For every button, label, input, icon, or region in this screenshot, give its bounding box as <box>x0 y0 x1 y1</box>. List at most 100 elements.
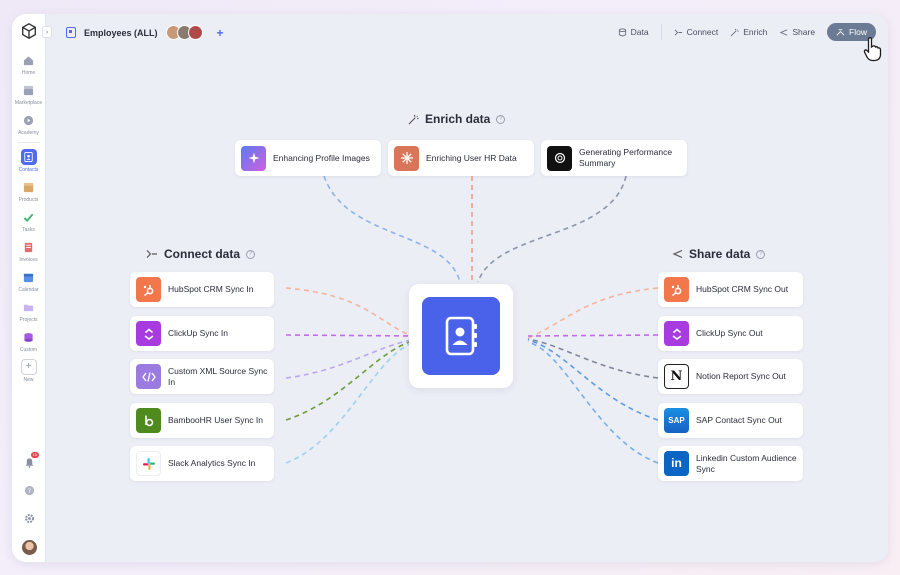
sidebar-item-projects[interactable]: Projects <box>14 299 44 323</box>
box-icon <box>21 179 37 195</box>
connect-card-clickup[interactable]: ClickUp Sync In <box>130 316 274 351</box>
share-title: Share data <box>689 247 751 261</box>
share-label: Share <box>792 27 816 37</box>
card-label: Slack Analytics Sync In <box>168 458 256 468</box>
connect-icon <box>146 250 157 258</box>
share-button[interactable]: Share <box>779 27 815 37</box>
share-card-linkedin[interactable]: in Linkedin Custom Audience Sync <box>658 446 803 481</box>
connector-connect-4 <box>285 339 417 421</box>
play-icon <box>21 112 37 128</box>
flow-canvas: Enrich data ? Enhancing Profile Images E… <box>46 50 888 562</box>
card-label: Enhancing Profile Images <box>273 152 370 163</box>
sidebar-divider <box>17 142 40 143</box>
sidebar-item-custom[interactable]: Custom <box>14 329 44 353</box>
app-window: Home Marketplace Academy Contacts Produc… <box>12 14 888 562</box>
sidebar-item-label: Projects <box>19 317 38 323</box>
openai-icon <box>547 145 572 171</box>
add-collaborator-button[interactable]: + <box>217 26 224 40</box>
enrich-card-performance-summary[interactable]: Generating Performance Summary <box>541 140 687 176</box>
card-label: Custom XML Source Sync In <box>168 365 268 387</box>
table-name[interactable]: Employees (ALL) <box>84 28 158 38</box>
notion-icon: N <box>664 364 689 389</box>
connector-enrich-3 <box>477 175 627 283</box>
connect-card-bamboohr[interactable]: BambooHR User Sync In <box>130 403 274 438</box>
divider <box>660 24 662 40</box>
home-icon <box>21 52 37 68</box>
sidebar-item-label: Calendar <box>18 287 39 293</box>
hubspot-icon <box>664 277 689 302</box>
clickup-icon <box>664 321 689 346</box>
user-avatar[interactable] <box>20 539 38 556</box>
app-logo-icon[interactable] <box>20 22 38 40</box>
enrich-button[interactable]: Enrich <box>730 27 767 37</box>
help-circle-icon: ? <box>24 485 34 496</box>
svg-text:?: ? <box>27 487 30 495</box>
settings-button[interactable] <box>24 511 35 529</box>
enrich-card-hr-data[interactable]: Enriching User HR Data <box>388 140 534 176</box>
sidebar-item-home[interactable]: Home <box>14 52 44 76</box>
top-actions: Data Connect Enrich Share Flow <box>618 23 876 41</box>
connect-card-slack[interactable]: Slack Analytics Sync In <box>130 446 274 481</box>
share-icon <box>780 28 788 36</box>
card-label: ClickUp Sync Out <box>696 328 763 338</box>
card-label: Notion Report Sync Out <box>696 371 786 381</box>
card-label: HubSpot CRM Sync Out <box>696 284 789 294</box>
check-icon <box>21 209 37 225</box>
store-icon <box>21 82 37 98</box>
magic-wand-icon <box>408 114 419 124</box>
sidebar-item-new[interactable]: + New <box>14 359 44 383</box>
sidebar-item-label: Custom <box>19 347 38 353</box>
sidebar-item-label: Academy <box>18 130 39 136</box>
connector-share-2 <box>527 334 659 337</box>
flow-icon <box>836 28 845 36</box>
connector-connect-3 <box>285 338 417 379</box>
data-button[interactable]: Data <box>618 27 649 37</box>
help-icon[interactable]: ? <box>756 249 766 259</box>
help-button[interactable]: ? <box>24 483 35 501</box>
connect-button[interactable]: Connect <box>674 27 718 37</box>
connect-icon <box>674 28 682 36</box>
sidebar-item-calendar[interactable]: Calendar <box>14 269 44 293</box>
collaborator-avatars[interactable] <box>165 25 203 40</box>
database-icon <box>618 27 626 36</box>
sidebar-item-marketplace[interactable]: Marketplace <box>14 82 44 106</box>
connect-card-hubspot[interactable]: HubSpot CRM Sync In <box>130 272 274 307</box>
clickup-icon <box>136 321 161 346</box>
share-card-hubspot[interactable]: HubSpot CRM Sync Out <box>658 272 803 307</box>
sidebar-item-invoices[interactable]: Invoices <box>14 239 44 263</box>
share-card-clickup[interactable]: ClickUp Sync Out <box>658 316 803 351</box>
share-card-sap[interactable]: SAP SAP Contact Sync Out <box>658 403 803 438</box>
share-card-notion[interactable]: N Notion Report Sync Out <box>658 359 803 394</box>
enrich-card-profile-images[interactable]: Enhancing Profile Images <box>235 140 381 176</box>
bell-icon <box>25 458 33 468</box>
sidebar-item-label: Products <box>18 197 39 203</box>
notifications-button[interactable]: 10 <box>24 452 39 473</box>
enrich-label: Enrich <box>743 27 768 37</box>
code-icon <box>136 364 161 389</box>
sidebar-item-tasks[interactable]: Tasks <box>14 209 44 233</box>
card-label: BambooHR User Sync In <box>168 415 263 425</box>
calendar-icon <box>21 269 37 285</box>
share-section-title: Share data ? <box>672 247 766 261</box>
sidebar-item-academy[interactable]: Academy <box>14 112 44 136</box>
connector-share-4 <box>527 339 659 421</box>
connect-section-title: Connect data ? <box>146 247 256 261</box>
enrich-section-title: Enrich data ? <box>408 112 506 126</box>
card-label: Enriching User HR Data <box>426 152 517 163</box>
help-icon[interactable]: ? <box>496 114 506 124</box>
data-label: Data <box>630 27 649 37</box>
sparkle-icon <box>241 145 266 171</box>
central-contacts-node[interactable] <box>409 284 513 388</box>
sidebar-item-products[interactable]: Products <box>14 179 44 203</box>
connector-share-5 <box>527 341 659 464</box>
sidebar-item-contacts[interactable]: Contacts <box>14 149 44 173</box>
sidebar-item-label: Home <box>21 70 36 76</box>
card-label: ClickUp Sync In <box>168 328 228 338</box>
help-icon[interactable]: ? <box>246 249 256 259</box>
hubspot-icon <box>136 277 161 302</box>
card-label: Linkedin Custom Audience Sync <box>696 452 797 474</box>
sidebar-item-label: Contacts <box>18 167 39 173</box>
connect-card-custom-xml[interactable]: Custom XML Source Sync In <box>130 359 274 394</box>
card-label: Generating Performance Summary <box>579 147 673 168</box>
sidebar-item-label: Marketplace <box>14 100 43 106</box>
